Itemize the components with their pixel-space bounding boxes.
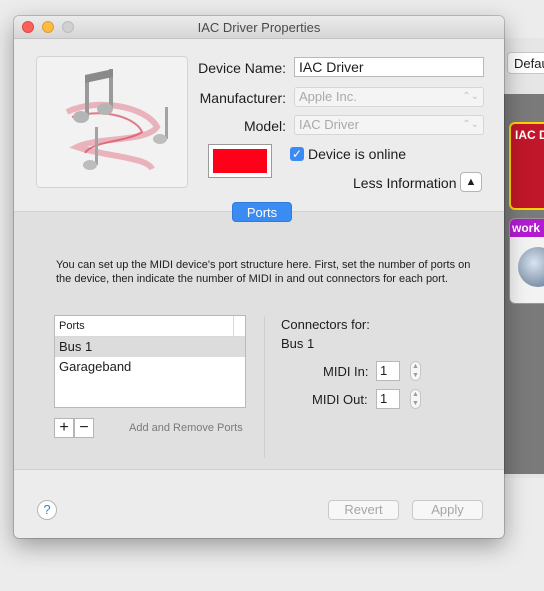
chevron-updown-icon: ⌃⌄: [462, 91, 479, 102]
table-row[interactable]: Garageband: [55, 357, 245, 377]
midi-out-label: MIDI Out:: [312, 392, 368, 407]
window-title: IAC Driver Properties: [197, 20, 321, 35]
add-port-button[interactable]: +: [54, 418, 74, 438]
midi-out-field[interactable]: 1: [376, 389, 400, 409]
device-tile-label: work: [510, 219, 544, 237]
tab-ports[interactable]: Ports: [232, 202, 292, 222]
device-online-checkbox[interactable]: ✓: [290, 147, 304, 161]
ports-column-header[interactable]: Ports: [55, 316, 245, 337]
iac-driver-device-tile[interactable]: IAC D: [509, 122, 544, 210]
network-device-tile[interactable]: work: [509, 218, 544, 304]
vertical-separator: [264, 316, 265, 458]
help-button[interactable]: ?: [37, 500, 57, 520]
midi-in-field[interactable]: 1: [376, 361, 400, 381]
device-online-label: Device is online: [308, 146, 407, 162]
device-tile-label: IAC D: [515, 128, 544, 142]
device-properties-area: Device Name: IAC Driver Manufacturer: Ap…: [14, 39, 504, 211]
title-bar: IAC Driver Properties: [14, 16, 504, 39]
model-field[interactable]: IAC Driver ⌃⌄: [294, 115, 484, 135]
configuration-popup[interactable]: Defau: [507, 52, 544, 74]
column-header-label: Ports: [59, 320, 85, 332]
manufacturer-field[interactable]: Apple Inc. ⌃⌄: [294, 87, 484, 107]
manufacturer-label: Manufacturer:: [199, 90, 286, 106]
less-information-label: Less Information: [353, 175, 457, 191]
triangle-up-icon: ▲: [465, 176, 477, 188]
color-swatch: [213, 149, 267, 173]
ports-table[interactable]: Ports Bus 1 Garageband: [54, 315, 246, 408]
apply-button[interactable]: Apply: [412, 500, 483, 520]
iac-driver-properties-dialog: IAC Driver Properties Device Name: IAC D…: [14, 16, 504, 538]
table-row[interactable]: Bus 1: [55, 337, 245, 357]
plus-icon: +: [59, 419, 69, 436]
device-color-well[interactable]: [208, 144, 272, 178]
device-name-label: Device Name:: [198, 60, 286, 76]
model-value: IAC Driver: [299, 117, 359, 132]
remove-port-button[interactable]: −: [74, 418, 94, 438]
minus-icon: −: [79, 419, 89, 436]
add-remove-ports-label: Add and Remove Ports: [129, 422, 243, 434]
chevron-updown-icon: ⌃⌄: [462, 119, 479, 130]
connectors-title: Connectors for:: [281, 317, 370, 332]
disclosure-button[interactable]: ▲: [460, 172, 482, 192]
manufacturer-value: Apple Inc.: [299, 89, 357, 104]
ports-description: You can set up the MIDI device's port st…: [56, 259, 471, 285]
model-label: Model:: [243, 118, 286, 134]
revert-button[interactable]: Revert: [328, 500, 399, 520]
connectors-port-name: Bus 1: [281, 336, 315, 351]
midi-in-stepper[interactable]: ▲ ▼: [410, 361, 421, 381]
column-separator: [233, 316, 234, 336]
midi-in-label: MIDI In:: [323, 364, 369, 379]
globe-icon: [518, 247, 544, 287]
midi-out-stepper[interactable]: ▲ ▼: [410, 389, 421, 409]
device-name-field[interactable]: IAC Driver: [294, 57, 484, 77]
footer-separator: [14, 469, 504, 470]
